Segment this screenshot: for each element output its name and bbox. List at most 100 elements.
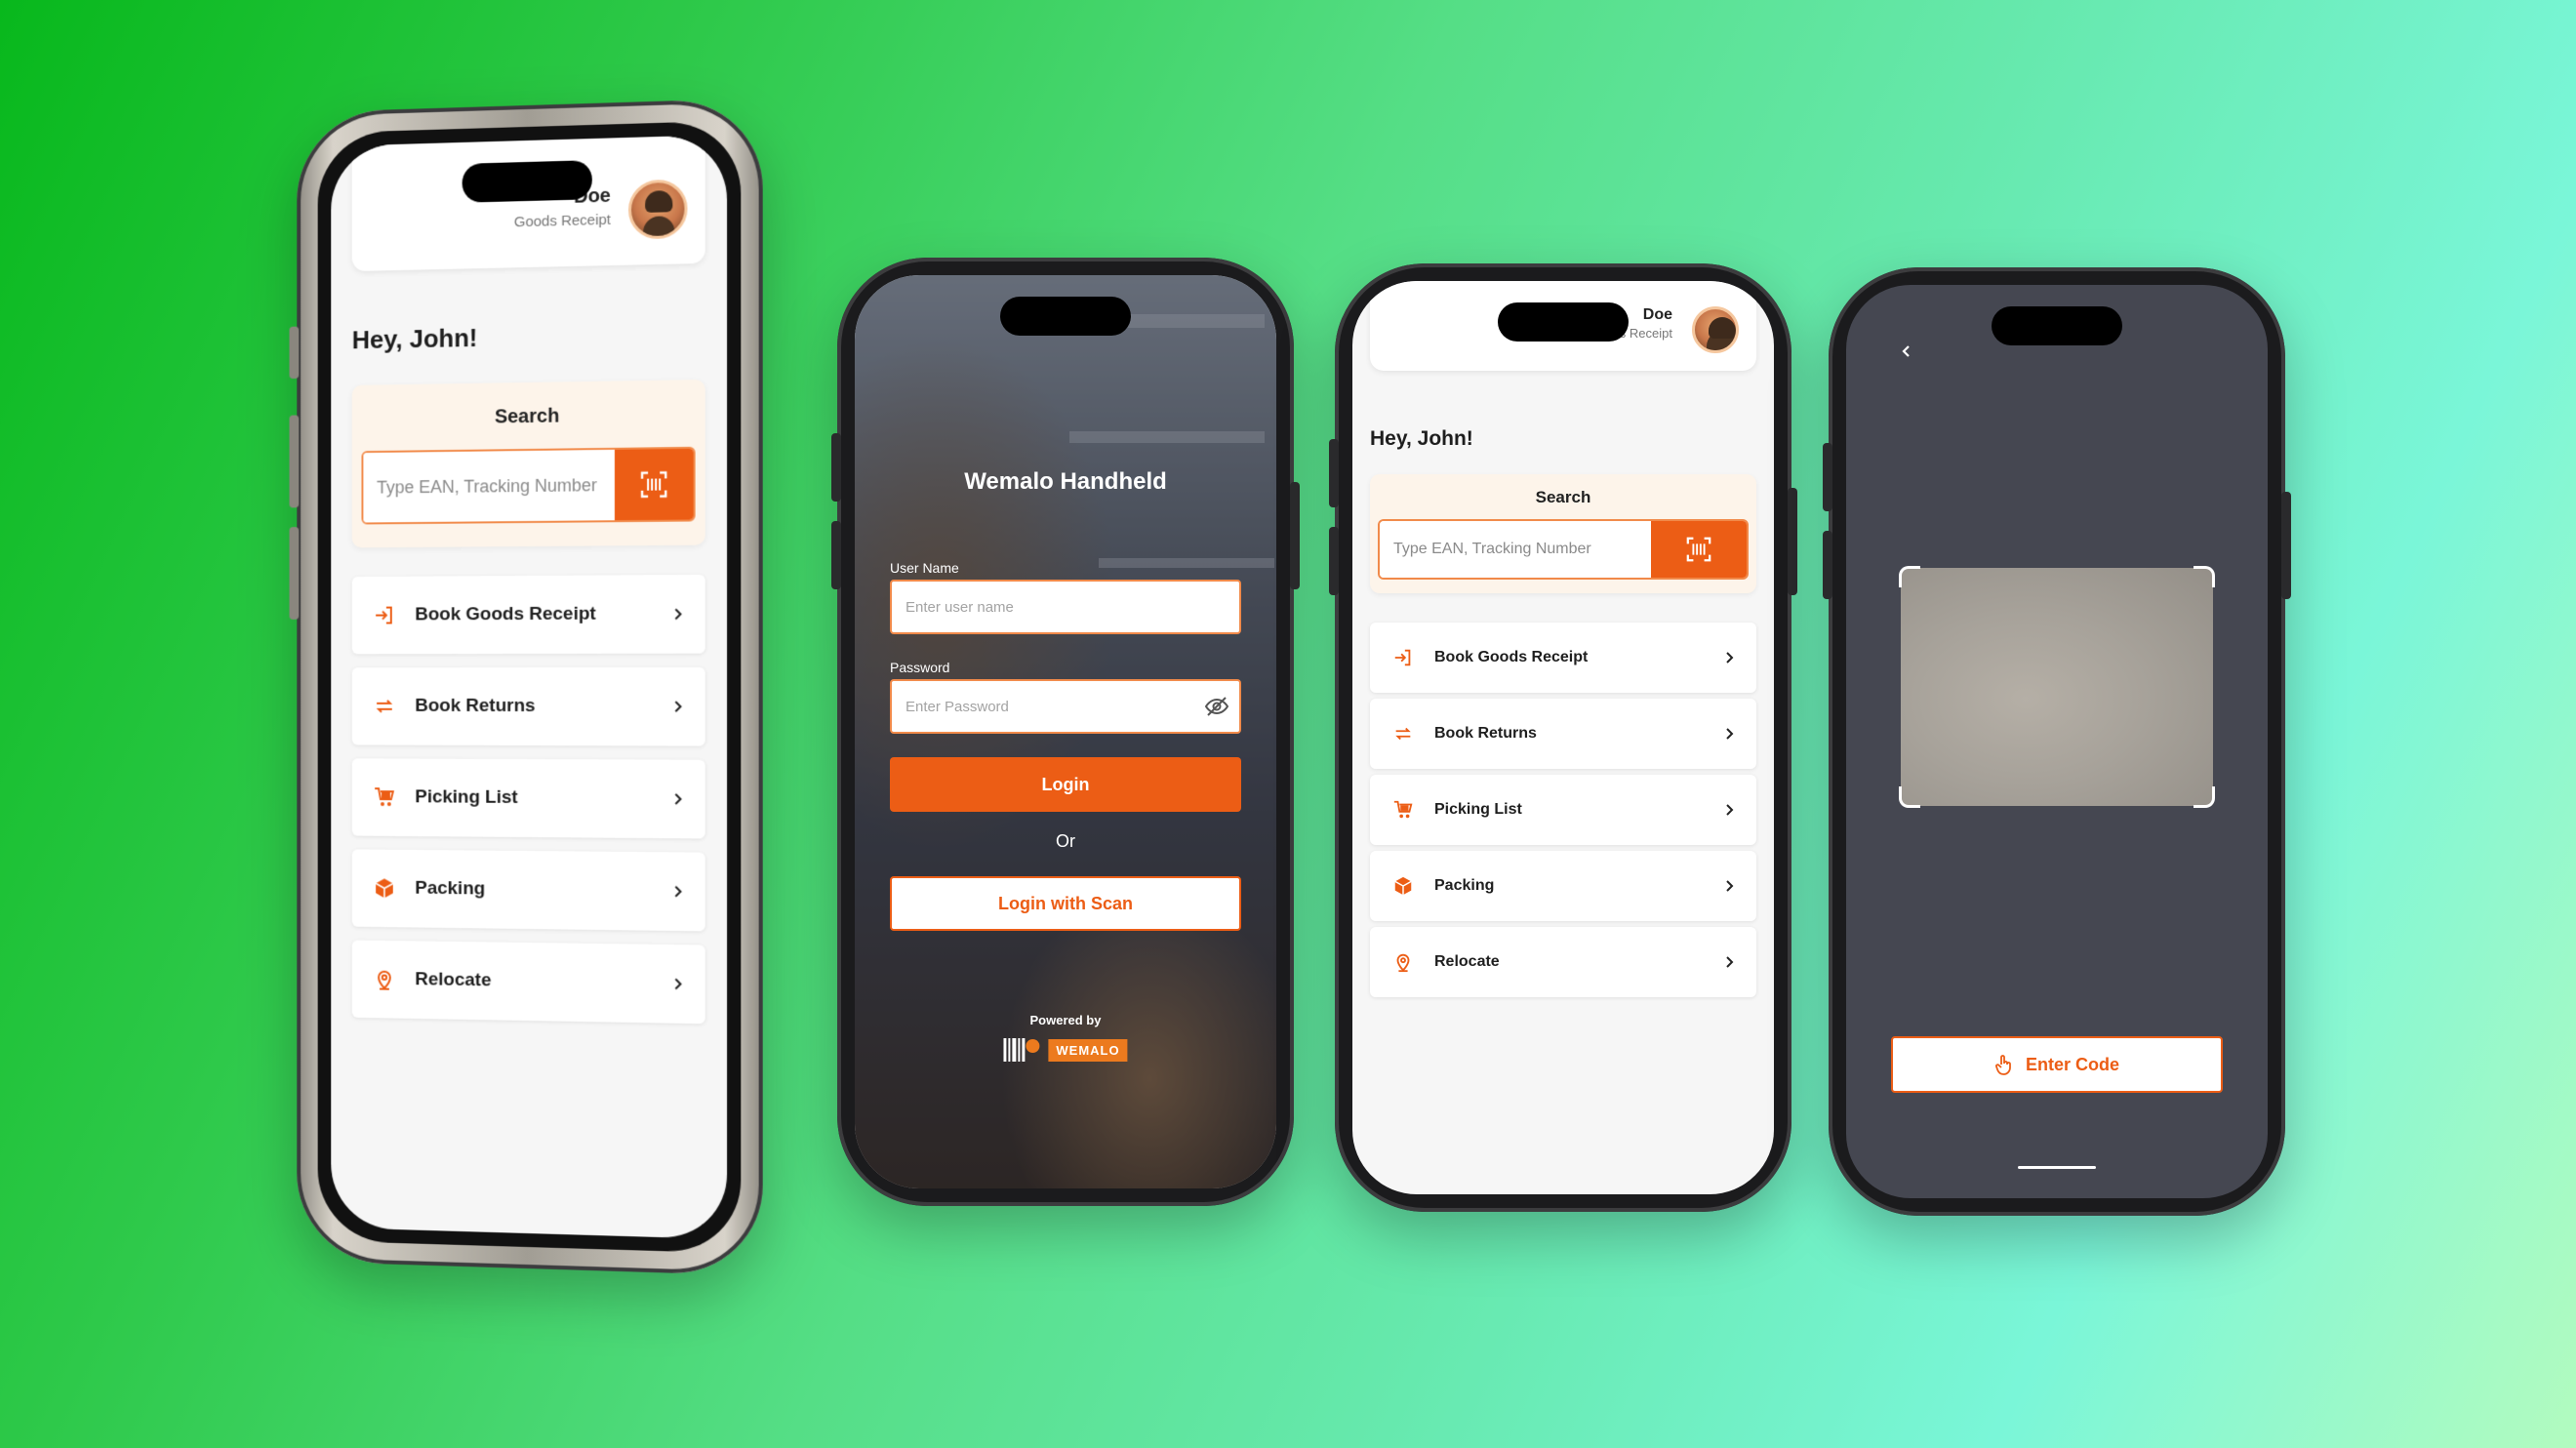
avatar[interactable] [1692, 306, 1739, 353]
login-with-scan-button[interactable]: Login with Scan [890, 876, 1241, 931]
viewfinder-corner [2194, 786, 2215, 808]
menu-item-book-goods-receipt[interactable]: Book Goods Receipt [1370, 623, 1756, 693]
search-card: Search [1370, 474, 1756, 593]
user-role: Goods Receipt [514, 212, 611, 231]
menu-label: Packing [1434, 877, 1721, 895]
home-indicator [2018, 1166, 2096, 1169]
username-input[interactable] [890, 580, 1241, 634]
menu-item-picking-list[interactable]: Picking List [352, 758, 705, 838]
menu-label: Book Goods Receipt [1434, 649, 1721, 666]
power-button [1290, 482, 1300, 589]
menu-label: Picking List [1434, 801, 1721, 819]
menu-label: Book Goods Receipt [415, 603, 669, 625]
menu-item-book-returns[interactable]: Book Returns [1370, 699, 1756, 769]
repeat-icon [1389, 720, 1417, 747]
menu-label: Book Returns [415, 696, 669, 717]
search-title: Search [1370, 488, 1756, 507]
or-separator: Or [855, 831, 1276, 852]
home-screen: Doe Goods Receipt Hey, John! Search Type… [1352, 281, 1774, 1194]
chevron-right-icon [1721, 802, 1737, 818]
username-label: User Name [890, 560, 959, 576]
action-button [290, 327, 300, 379]
search-card: Search [352, 380, 705, 547]
chevron-right-icon [1721, 878, 1737, 894]
login-screen: Wemalo Handheld User Name Password Login… [855, 275, 1276, 1188]
viewfinder-corner [1899, 786, 1920, 808]
volume-button [831, 433, 841, 502]
cart-icon [1389, 796, 1417, 824]
login-arrow-icon [371, 602, 397, 629]
user-header: Doe Goods Receipt [352, 136, 705, 271]
location-pin-icon [371, 966, 397, 993]
scan-button[interactable] [1651, 521, 1747, 578]
volume-button [1329, 527, 1339, 595]
volume-button [1823, 531, 1832, 599]
chevron-right-icon [669, 699, 685, 714]
search-title: Search [352, 403, 705, 430]
greeting: Hey, John! [352, 323, 478, 355]
dynamic-island [1498, 302, 1629, 342]
app-title: Wemalo Handheld [855, 468, 1276, 496]
powered-by-label: Powered by [855, 1013, 1276, 1027]
chevron-right-icon [1721, 650, 1737, 665]
search-row [1378, 519, 1749, 580]
cart-icon [371, 784, 397, 811]
back-button[interactable] [1893, 338, 1920, 365]
main-menu: Book Goods Receipt Book Returns Picking … [1370, 623, 1756, 1003]
barcode-scan-icon [1685, 536, 1712, 563]
enter-code-button[interactable]: Enter Code [1891, 1036, 2223, 1093]
menu-label: Book Returns [1434, 725, 1721, 743]
menu-item-picking-list[interactable]: Picking List [1370, 775, 1756, 845]
phone-home: Doe Goods Receipt Hey, John! Search Type… [1335, 263, 1791, 1212]
chevron-right-icon [669, 976, 685, 991]
brand-name: WEMALO [1048, 1039, 1127, 1062]
greeting: Hey, John! [1370, 427, 1473, 451]
search-row [361, 447, 695, 525]
login-button[interactable]: Login [890, 757, 1241, 812]
menu-item-packing[interactable]: Packing [1370, 851, 1756, 921]
viewfinder-corner [1899, 566, 1920, 587]
volume-button [1823, 443, 1832, 511]
menu-item-relocate[interactable]: Relocate [1370, 927, 1756, 997]
menu-label: Picking List [415, 786, 669, 810]
menu-label: Packing [415, 878, 669, 903]
password-input[interactable] [890, 679, 1241, 734]
barcode-logo-icon [1003, 1036, 1042, 1064]
chevron-right-icon [1721, 954, 1737, 970]
menu-label: Relocate [1434, 953, 1721, 971]
volume-button [1329, 439, 1339, 507]
chevron-right-icon [1721, 726, 1737, 742]
menu-item-book-returns[interactable]: Book Returns [352, 667, 705, 746]
chevron-right-icon [669, 606, 685, 622]
enter-code-label: Enter Code [2026, 1055, 2119, 1075]
repeat-icon [371, 693, 397, 720]
main-menu: Book Goods Receipt Book Returns Picking … [352, 575, 705, 1038]
box-icon [371, 874, 397, 902]
power-button [1788, 488, 1797, 595]
volume-button [831, 521, 841, 589]
camera-viewfinder [1901, 568, 2213, 806]
eye-off-icon[interactable] [1204, 694, 1229, 719]
login-arrow-icon [1389, 644, 1417, 671]
phone-bezel: Doe Goods Receipt Hey, John! Search Type… [318, 120, 742, 1253]
box-icon [1389, 872, 1417, 900]
wemalo-logo: WEMALO [1003, 1036, 1127, 1064]
volume-down-button [290, 527, 300, 620]
search-input[interactable] [1380, 521, 1651, 578]
dynamic-island [1000, 297, 1131, 336]
menu-item-book-goods-receipt[interactable]: Book Goods Receipt [352, 575, 705, 654]
dynamic-island [463, 160, 592, 203]
menu-item-packing[interactable]: Packing [352, 849, 705, 931]
scanner-screen: Enter Code [1846, 285, 2268, 1198]
chevron-right-icon [669, 884, 685, 900]
phone-login: Wemalo Handheld User Name Password Login… [837, 258, 1294, 1206]
scan-button[interactable] [615, 449, 694, 520]
password-label: Password [890, 660, 949, 675]
phone-home-tilted: Doe Goods Receipt Hey, John! Search Type… [297, 98, 762, 1275]
menu-item-relocate[interactable]: Relocate [352, 941, 705, 1025]
avatar[interactable] [628, 180, 688, 240]
barcode-scan-icon [639, 469, 668, 500]
hand-pointer-icon [1994, 1054, 2014, 1075]
location-pin-icon [1389, 948, 1417, 976]
search-input[interactable] [363, 450, 615, 523]
